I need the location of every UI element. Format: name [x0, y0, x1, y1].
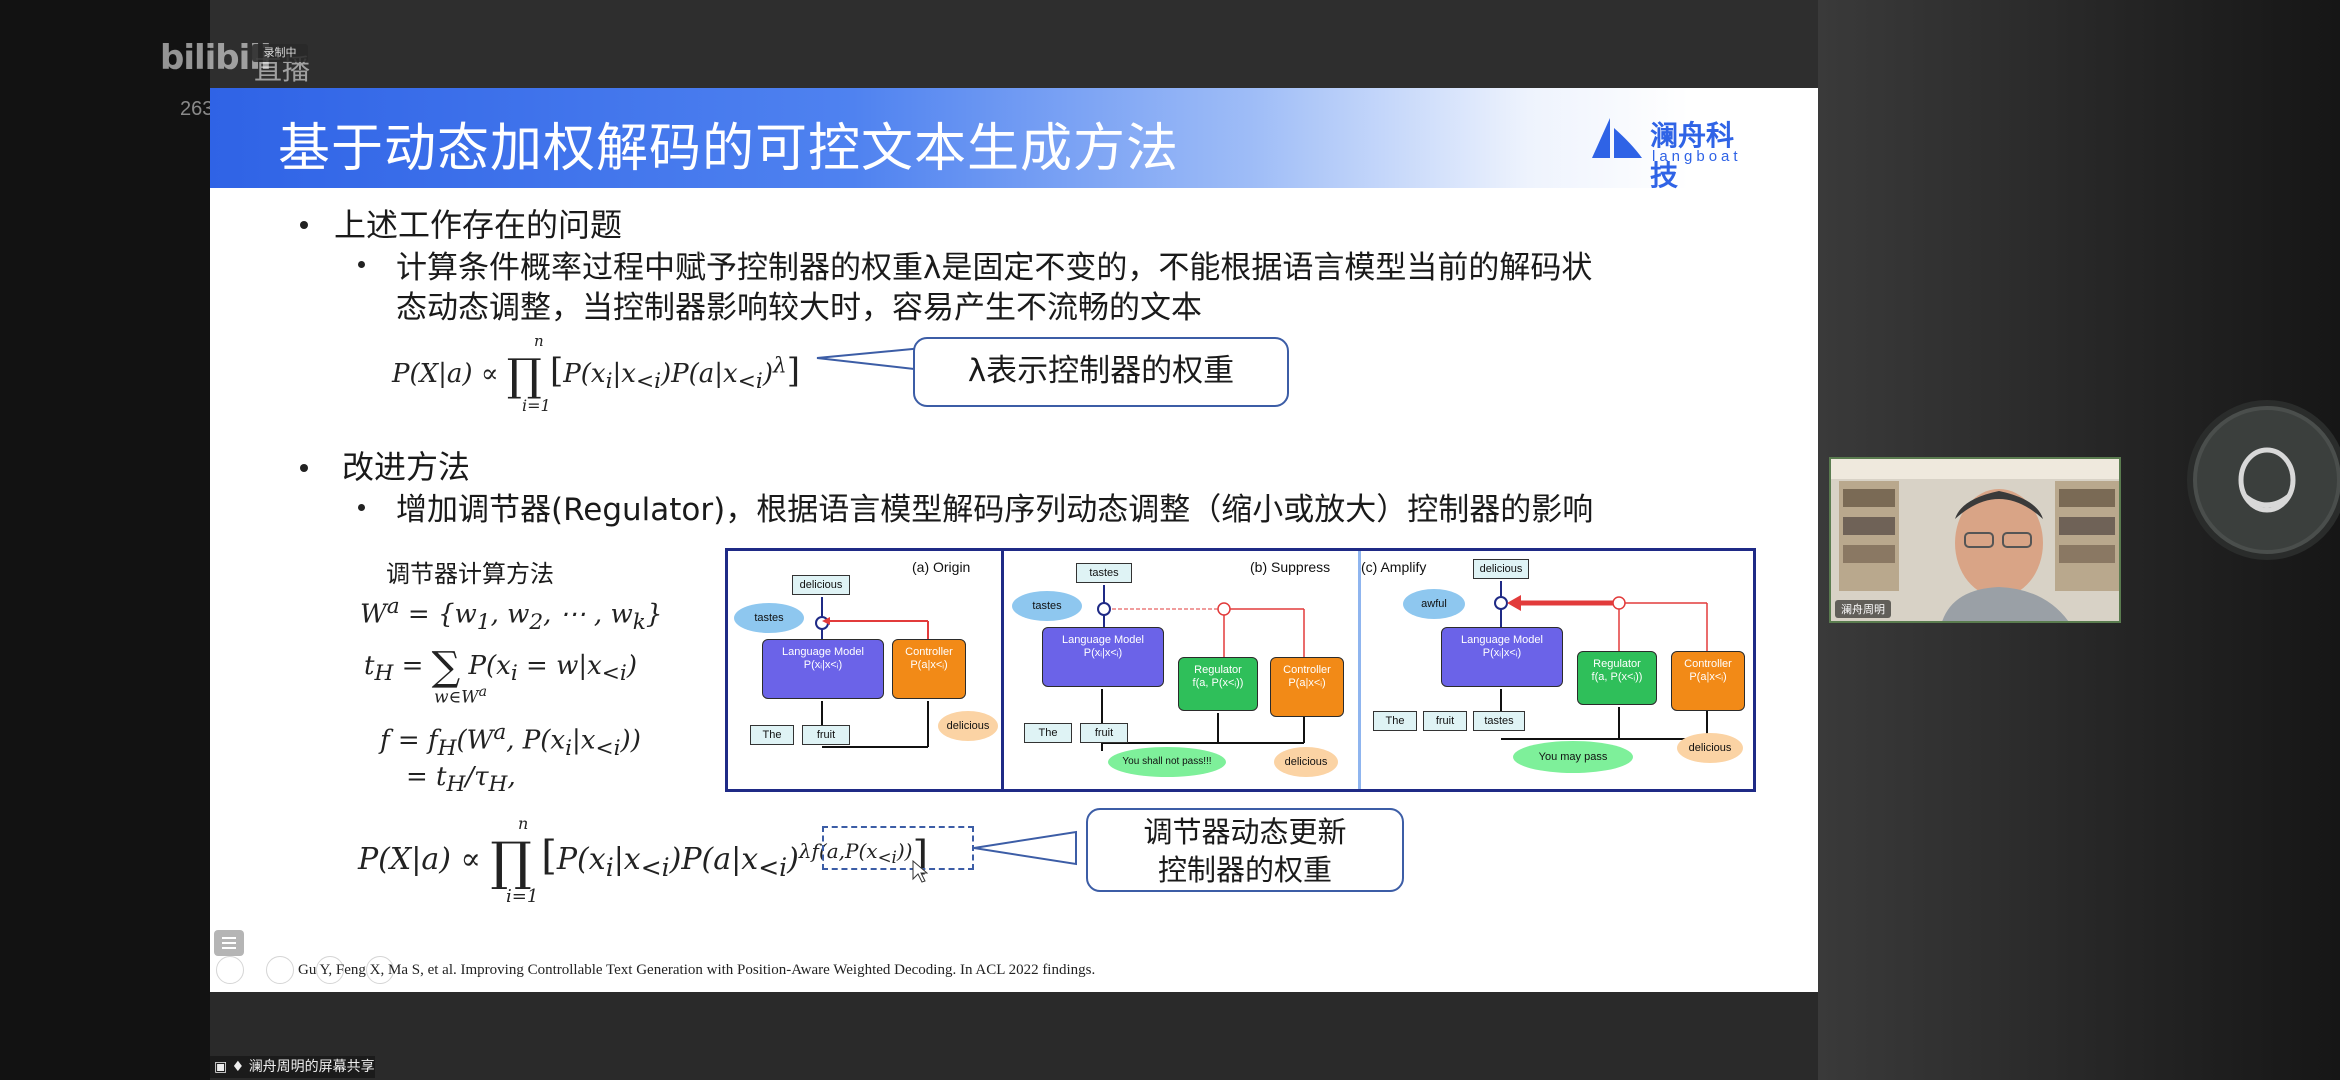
- input-token: tastes: [1473, 711, 1525, 731]
- presenter-video: [1831, 459, 2119, 621]
- bottom-letterbox: [210, 992, 1818, 1080]
- slide-menu-icon[interactable]: [214, 930, 244, 956]
- origin-arrows: [815, 597, 929, 748]
- bullet-improvement: 改进方法: [342, 448, 471, 486]
- penguin-icon: [2238, 447, 2296, 513]
- webcam-feed: 澜舟周明: [1829, 457, 2121, 623]
- slide-title: 基于动态加权解码的可控文本生成方法: [278, 119, 1180, 179]
- cloud-bubble: You shall not pass!!!: [1108, 747, 1226, 777]
- formula-f-ratio: = tH/τH,: [406, 762, 516, 798]
- formula-original: P(X|a) ∝ ∏ [P(xi|x<i)P(a|x<i)λ]: [392, 350, 800, 401]
- qq-floating-button[interactable]: [2193, 406, 2340, 554]
- sail-icon: [1592, 118, 1642, 158]
- formula-wordset: Wa = {w1, w2, ⋯ , wk}: [360, 594, 663, 635]
- product-lower-limit: i=1: [506, 886, 539, 907]
- callout-lambda: λ表示控制器的权重: [913, 337, 1289, 407]
- bullet-dot: [358, 504, 365, 511]
- bullet-dot: [358, 261, 365, 268]
- input-token: The: [1024, 723, 1072, 743]
- presenter-name-tag: 澜舟周明: [1835, 600, 1891, 618]
- title-bar: 基于动态加权解码的可控文本生成方法 澜舟科技 langboat: [210, 88, 1818, 192]
- formula-th: tH = ∑ P(xi = w|x<i): [364, 644, 637, 690]
- improvement-line: 增加调节器(Regulator)，根据语言模型解码序列动态调整（缩小或放大）控制…: [396, 492, 1594, 528]
- product-lower-limit: i=1: [522, 396, 551, 415]
- callout-regulator-line-1: 调节器动态更新: [1143, 815, 1347, 849]
- formula-f: f = fH(Wa, P(xi|x<i)): [380, 720, 641, 761]
- callout-pointer-1: [816, 346, 924, 372]
- citation: Gu Y, Feng X, Ma S, et al. Improving Con…: [298, 962, 1096, 978]
- cloud-bubble: delicious: [1677, 733, 1743, 763]
- cloud-bubble: You may pass: [1513, 741, 1633, 773]
- highlight-box: [822, 826, 974, 870]
- cloud-bubble: delicious: [938, 711, 998, 741]
- panel-origin: (a) Origin delicious tastes Language Mod…: [728, 551, 1001, 789]
- input-token: fruit: [1080, 723, 1128, 743]
- previous-slide-button[interactable]: [216, 956, 244, 984]
- input-token: The: [1373, 711, 1417, 731]
- regulator-method-label: 调节器计算方法: [386, 560, 554, 588]
- bullet-dot: [300, 221, 308, 229]
- screen-share-label: 澜舟周明的屏幕共享: [248, 1059, 375, 1075]
- mic-icon: ▣ ♦: [214, 1059, 245, 1075]
- panel-suppress: (b) Suppress tastes tastes Language Mode…: [1004, 551, 1358, 789]
- callout-regulator: 调节器动态更新 控制器的权重: [1086, 808, 1404, 892]
- brand-logo: 澜舟科技 langboat: [1588, 108, 1758, 192]
- top-letterbox: [210, 0, 1818, 88]
- callout-regulator-line-2: 控制器的权重: [1157, 853, 1332, 887]
- screen: bilibili 直播 录制中 26300449 基于动态加权解码的可控文本生成…: [0, 0, 2340, 1080]
- screen-share-indicator: ▣ ♦ 澜舟周明的屏幕共享: [210, 1056, 375, 1078]
- panel-amplify: (c) Amplify delicious awful Language Mod…: [1361, 551, 1753, 789]
- cloud-bubble: delicious: [1274, 747, 1338, 777]
- list-icon: [222, 937, 236, 949]
- callout-pointer-2: [973, 830, 1077, 866]
- sum-subscript: w∈Wa: [434, 684, 488, 708]
- product-upper-limit: n: [518, 814, 529, 833]
- input-token: The: [750, 725, 794, 745]
- bullet-dot: [300, 464, 308, 472]
- mouse-cursor-icon: [912, 860, 928, 883]
- bullet-problems: 上述工作存在的问题: [334, 206, 623, 244]
- input-token: fruit: [802, 725, 850, 745]
- product-upper-limit: n: [534, 332, 544, 350]
- problem-line-2: 态动态调整，当控制器影响较大时，容易产生不流畅的文本: [396, 290, 1202, 326]
- recording-badge: 录制中: [252, 44, 308, 62]
- presentation-slide: 基于动态加权解码的可控文本生成方法 澜舟科技 langboat 上述工作存在的问…: [210, 88, 1818, 992]
- input-token: fruit: [1423, 711, 1467, 731]
- left-letterbox: [0, 0, 210, 1080]
- method-figure: (a) Origin delicious tastes Language Mod…: [725, 548, 1756, 792]
- next-slide-button[interactable]: [266, 956, 294, 984]
- brand-name-en: langboat: [1652, 148, 1742, 165]
- problem-line-1: 计算条件概率过程中赋予控制器的权重λ是固定不变的，不能根据语言模型当前的解码状: [396, 250, 1593, 286]
